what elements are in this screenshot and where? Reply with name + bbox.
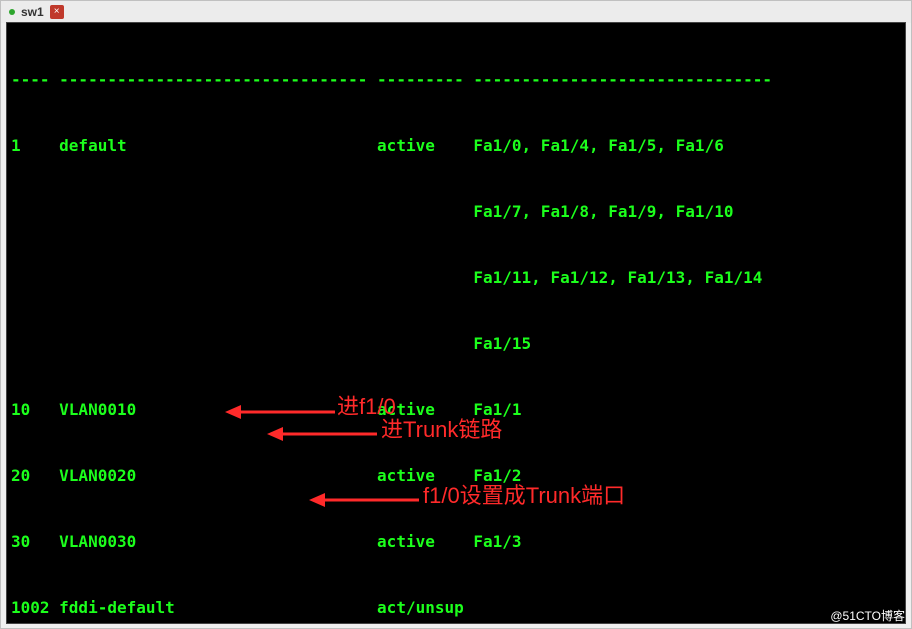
terminal-line: 30 VLAN0030 active Fa1/3: [11, 531, 901, 553]
terminal-line: Fa1/7, Fa1/8, Fa1/9, Fa1/10: [11, 201, 901, 223]
terminal-line: 20 VLAN0020 active Fa1/2: [11, 465, 901, 487]
terminal-line: Fa1/15: [11, 333, 901, 355]
arrow-icon: [267, 423, 377, 445]
terminal[interactable]: ---- -------------------------------- --…: [7, 23, 905, 623]
tab-title[interactable]: sw1: [21, 1, 44, 23]
terminal-line: Fa1/11, Fa1/12, Fa1/13, Fa1/14: [11, 267, 901, 289]
window: sw1 × ---- -----------------------------…: [0, 0, 912, 629]
arrow-icon: [309, 489, 419, 511]
tab-bar: sw1 ×: [1, 1, 911, 23]
annotation-text: f1/0设置成Trunk端口: [423, 485, 625, 507]
terminal-line: 1002 fddi-default act/unsup: [11, 597, 901, 619]
terminal-line: ---- -------------------------------- --…: [11, 69, 901, 91]
terminal-line: 10 VLAN0010 active Fa1/1: [11, 399, 901, 421]
status-dot-icon: [9, 9, 15, 15]
close-icon[interactable]: ×: [50, 5, 64, 19]
annotation-text: 进Trunk链路: [381, 419, 502, 441]
watermark-text: @51CTO博客: [830, 607, 905, 624]
terminal-line: 1 default active Fa1/0, Fa1/4, Fa1/5, Fa…: [11, 135, 901, 157]
